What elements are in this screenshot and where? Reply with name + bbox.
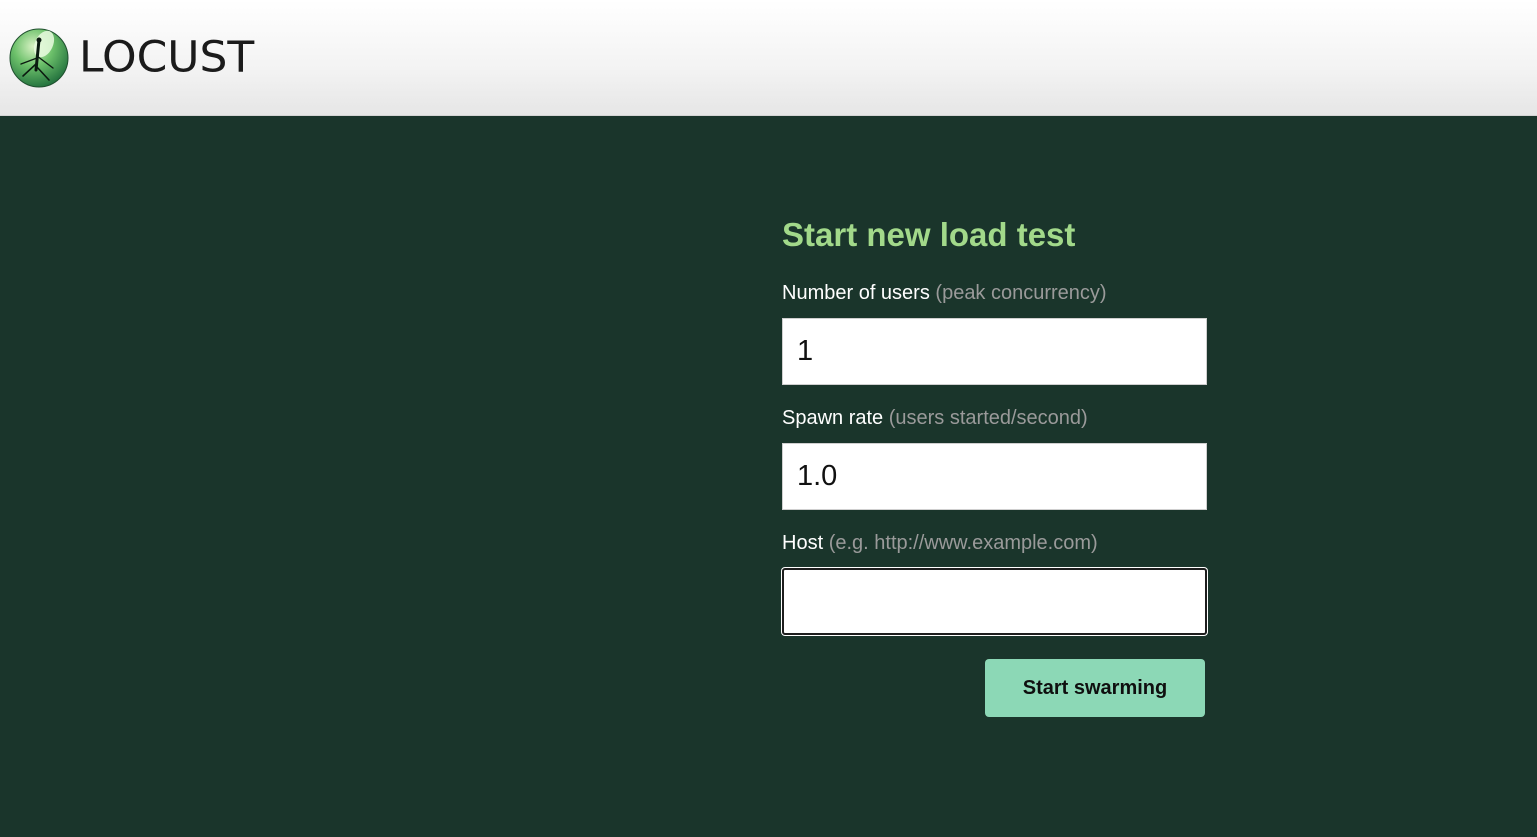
locust-logo-icon (9, 28, 69, 88)
users-label-text: Number of users (782, 282, 930, 304)
host-input[interactable] (782, 568, 1207, 635)
host-label: Host (e.g. http://www.example.com) (782, 530, 1208, 556)
start-swarming-button[interactable]: Start swarming (985, 659, 1205, 717)
users-hint: (peak concurrency) (935, 282, 1107, 304)
users-input[interactable] (782, 318, 1207, 385)
locust-logo[interactable]: LOCUST (9, 28, 254, 88)
host-label-text: Host (782, 532, 824, 554)
top-header: LOCUST (0, 0, 1537, 116)
spawn-rate-hint: (users started/second) (888, 407, 1088, 429)
form-title: Start new load test (782, 216, 1076, 253)
host-hint: (e.g. http://www.example.com) (828, 532, 1098, 554)
spawn-rate-label-text: Spawn rate (782, 407, 884, 429)
spawn-rate-label: Spawn rate (users started/second) (782, 405, 1208, 431)
users-label: Number of users (peak concurrency) (782, 280, 1208, 306)
start-load-test-form: Start new load test Number of users (pea… (782, 210, 1208, 717)
spawn-rate-input[interactable] (782, 443, 1207, 510)
form-actions: Start swarming (782, 659, 1208, 717)
logo-wordmark: LOCUST (79, 32, 255, 83)
